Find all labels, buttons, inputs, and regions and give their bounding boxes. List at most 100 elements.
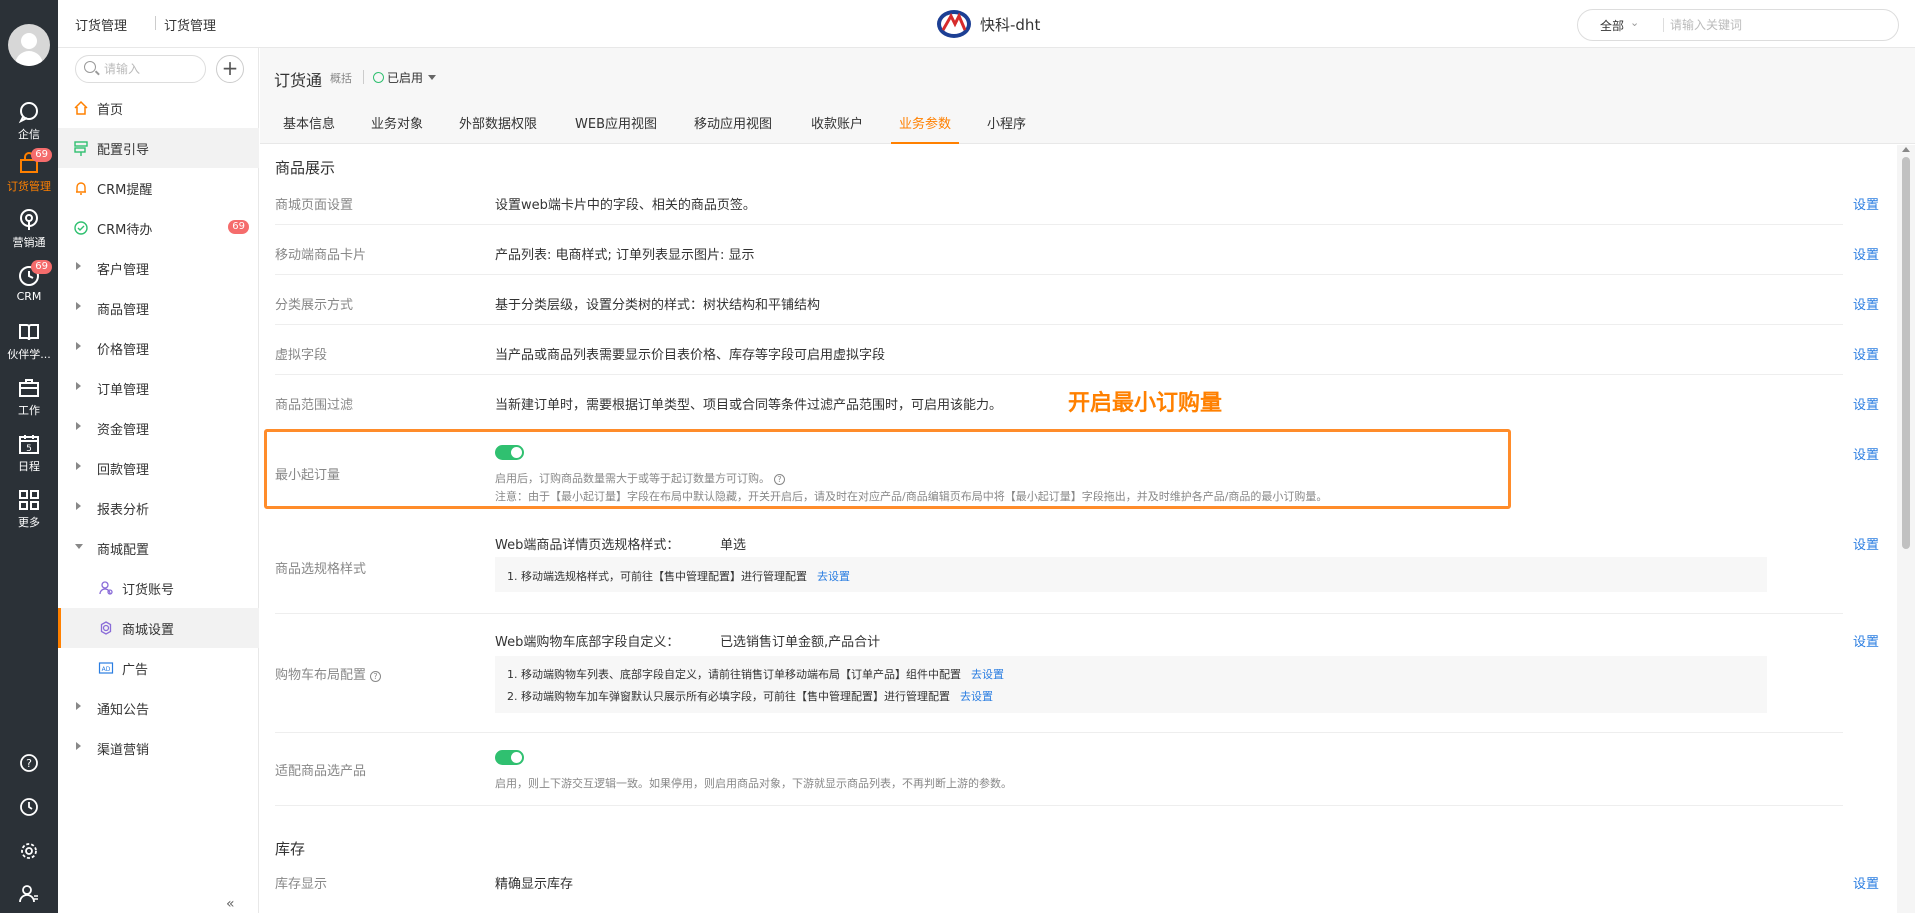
todo-count-badge: 69 (228, 220, 249, 234)
sidebar-item-order-management[interactable]: 订单管理 (58, 368, 259, 408)
min-order-description: 启用后，订购商品数量需大于或等于起订数量方可订购。? (495, 470, 785, 486)
search-input[interactable] (1670, 14, 1890, 36)
sidebar-item-fund-management[interactable]: 资金管理 (58, 408, 259, 448)
set-button-category-display[interactable]: 设置 (1853, 294, 1879, 313)
set-button-spec-style[interactable]: 设置 (1853, 534, 1879, 553)
briefcase-icon (17, 376, 41, 400)
chevron-down-icon[interactable]: ⌄ (1630, 16, 1639, 29)
sidebar-item-crm-reminder[interactable]: CRM提醒 (58, 168, 259, 208)
sidebar-search-input[interactable] (104, 60, 200, 78)
sidebar-item-payment-management[interactable]: 回款管理 (58, 448, 259, 488)
tab-basic-info[interactable]: 基本信息 (283, 113, 335, 144)
svg-text:?: ? (26, 757, 32, 770)
sidebar-item-label: 订单管理 (97, 383, 150, 398)
sidebar-item-config-guide[interactable]: 配置引导 (58, 128, 259, 168)
rail-item-crm[interactable]: CRM 69 (0, 260, 58, 312)
sidebar-item-label: CRM待办 (97, 223, 153, 238)
overview-link[interactable]: 概括 (330, 70, 352, 86)
sidebar-item-mall-config[interactable]: 商城配置 (58, 528, 259, 568)
rail-item-more[interactable]: 更多 (0, 484, 58, 536)
sidebar-item-advertisement[interactable]: AD 广告 (58, 648, 259, 688)
scroll-up-arrow[interactable] (1902, 147, 1910, 152)
sidebar-item-channel-marketing[interactable]: 渠道营销 (58, 728, 259, 768)
rail-item-marketing[interactable]: 营销通 (0, 204, 58, 256)
sidebar-item-label: 商城设置 (122, 623, 175, 638)
sidebar-item-order-account[interactable]: 订货账号 (58, 568, 259, 608)
sidebar-item-product-management[interactable]: 商品管理 (58, 288, 259, 328)
row-divider (275, 374, 1843, 375)
tab-external-data-permission[interactable]: 外部数据权限 (459, 113, 537, 144)
check-circle-icon (373, 72, 384, 83)
help-icon[interactable]: ? (370, 671, 382, 682)
sidebar-item-label: 渠道营销 (97, 743, 150, 758)
rail-item-partner-learning[interactable]: 伙伴学... (0, 316, 58, 368)
collapse-sidebar-icon[interactable]: « (226, 896, 235, 912)
set-button-min-order[interactable]: 设置 (1853, 444, 1879, 463)
row-divider (275, 324, 1843, 325)
min-order-desc-text: 启用后，订购商品数量需大于或等于起订数量方可订购。 (495, 472, 770, 485)
adapt-product-toggle[interactable] (495, 750, 524, 765)
tab-mini-program[interactable]: 小程序 (987, 113, 1026, 144)
rail-label: CRM (16, 290, 42, 303)
set-button-stock-display[interactable]: 设置 (1853, 873, 1879, 892)
spec-note-box: 1. 移动端选规格样式，可前往【售中管理配置】进行管理配置 去设置 (495, 557, 1767, 592)
collapse-arrow-icon (75, 544, 83, 549)
grid-icon (17, 488, 41, 512)
app-header: 订货通 概括 已启用 基本信息 业务对象 外部数据权限 WEB应用视图 移动应用… (260, 48, 1915, 144)
rail-label: 更多 (18, 516, 40, 529)
tab-business-objects[interactable]: 业务对象 (371, 113, 423, 144)
sidebar-item-customer-management[interactable]: 客户管理 (58, 248, 259, 288)
setting-label: 适配商品选产品 (275, 764, 367, 779)
go-set-link[interactable]: 去设置 (971, 668, 1004, 681)
go-set-link[interactable]: 去设置 (817, 570, 850, 583)
sidebar-item-mall-settings[interactable]: 商城设置 (58, 608, 259, 648)
cart-note-box: 1. 移动端购物车列表、底部字段自定义，请前往销售订单移动端布局【订单产品】组件… (495, 656, 1767, 713)
breadcrumb-page[interactable]: 订货管理 (164, 15, 216, 34)
rail-label: 订货管理 (7, 180, 51, 193)
sidebar-item-report-analysis[interactable]: 报表分析 (58, 488, 259, 528)
settings-icon[interactable] (0, 841, 58, 871)
home-icon (73, 100, 89, 116)
scroll-thumb[interactable] (1902, 157, 1910, 549)
search-scope-select[interactable]: 全部 (1600, 17, 1624, 34)
row-divider (275, 224, 1843, 225)
sidebar-item-label: 商品管理 (97, 303, 150, 318)
min-order-toggle[interactable] (495, 445, 524, 460)
rail-item-order-management[interactable]: 订货管理 69 (0, 148, 58, 200)
add-button[interactable]: + (216, 55, 244, 83)
sidebar-item-crm-todo[interactable]: CRM待办 69 (58, 208, 259, 248)
set-button-virtual-field[interactable]: 设置 (1853, 344, 1879, 363)
go-set-link[interactable]: 去设置 (960, 690, 993, 703)
set-button-product-range[interactable]: 设置 (1853, 394, 1879, 413)
sidebar-item-announcement[interactable]: 通知公告 (58, 688, 259, 728)
scrollbar[interactable] (1897, 145, 1915, 913)
book-icon (17, 320, 41, 344)
tab-business-params[interactable]: 业务参数 (891, 113, 960, 144)
status-text: 已启用 (387, 71, 424, 85)
set-button-mobile-card[interactable]: 设置 (1853, 244, 1879, 263)
sidebar-item-label: 价格管理 (97, 343, 150, 358)
set-button-cart-layout[interactable]: 设置 (1853, 631, 1879, 650)
row-divider (275, 274, 1843, 275)
annotation-callout: 开启最小订购量 (1068, 391, 1223, 416)
help-icon[interactable]: ? (0, 753, 58, 783)
left-rail: 企信 订货管理 69 营销通 CRM 69 伙伴学... 工作 5 日程 更多 … (0, 0, 58, 913)
chat-icon (17, 100, 41, 124)
history-icon[interactable] (0, 797, 58, 827)
sidebar-item-label: 通知公告 (97, 703, 150, 718)
tab-web-app-view[interactable]: WEB应用视图 (575, 113, 657, 144)
rail-item-qixin[interactable]: 企信 (0, 96, 58, 148)
breadcrumb-app[interactable]: 订货管理 (75, 15, 127, 34)
help-icon[interactable]: ? (774, 474, 785, 485)
rail-item-schedule[interactable]: 5 日程 (0, 428, 58, 480)
status-dropdown[interactable]: 已启用 (373, 69, 437, 86)
set-button-mall-page[interactable]: 设置 (1853, 194, 1879, 213)
rail-item-work[interactable]: 工作 (0, 372, 58, 424)
tab-payment-accounts[interactable]: 收款账户 (811, 113, 863, 144)
user-settings-icon[interactable] (0, 884, 58, 913)
tab-mobile-app-view[interactable]: 移动应用视图 (694, 113, 772, 144)
setting-label: 最小起订量 (275, 468, 341, 483)
user-avatar[interactable] (8, 24, 50, 66)
sidebar-item-price-management[interactable]: 价格管理 (58, 328, 259, 368)
sidebar-item-home[interactable]: 首页 (58, 88, 259, 128)
